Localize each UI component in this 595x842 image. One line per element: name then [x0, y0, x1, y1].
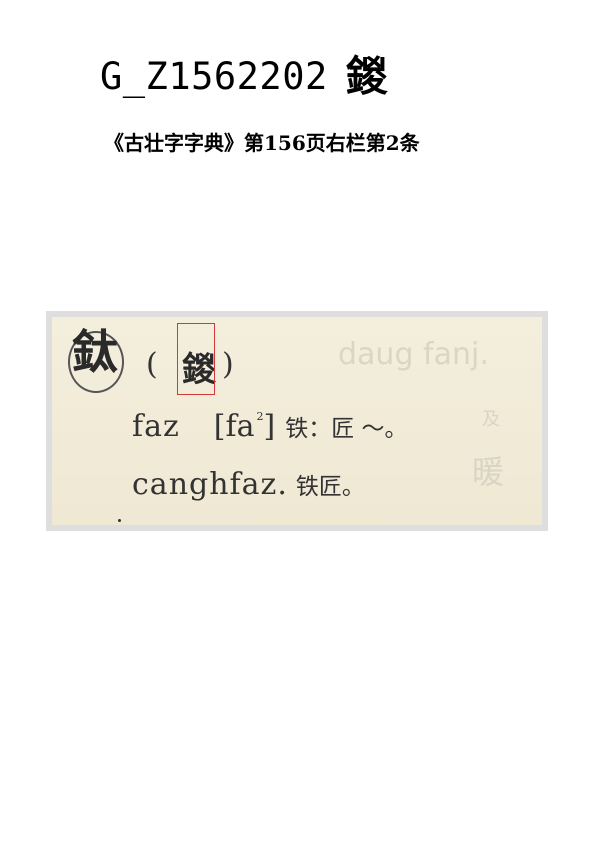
compound-romanization: canghfaz.: [132, 467, 288, 502]
close-paren: ): [222, 347, 234, 382]
open-paren: (: [146, 347, 158, 382]
romanization: faz: [132, 409, 180, 444]
ink-speck: [118, 519, 121, 522]
bleed-through-text: 暖: [472, 453, 505, 491]
bleed-through-text: daug fanj.: [338, 337, 489, 372]
ipa-close-bracket: ]: [263, 409, 276, 444]
scan-paper: daug fanj. 及 暖 鈦 ( 鍐 ) faz [fa 2] 铁：匠 ～。 ca…: [52, 317, 542, 525]
entry-title: G_Z1562202 鍐: [100, 56, 388, 98]
tone-number: 2: [256, 410, 264, 423]
compound-line: canghfaz. 铁匠。: [132, 467, 365, 502]
highlight-box: [177, 323, 215, 395]
bleed-through-text: 及: [482, 409, 500, 430]
source-citation: 《古壮字字典》第156页右栏第2条: [104, 131, 420, 155]
head-character: 鈦: [72, 325, 118, 379]
entry-character: 鍐: [345, 52, 389, 101]
head-character-group: 鈦: [66, 325, 130, 393]
dictionary-scan: daug fanj. 及 暖 鈦 ( 鍐 ) faz [fa 2] 铁：匠 ～。 ca…: [46, 311, 548, 531]
entry-code: G_Z1562202: [100, 55, 328, 98]
pronunciation-line: faz [fa 2] 铁：匠 ～。: [132, 409, 408, 444]
gloss: 铁：匠 ～。: [285, 416, 408, 442]
compound-gloss: 铁匠。: [295, 474, 365, 500]
ipa-transcription: [fa: [213, 409, 255, 444]
